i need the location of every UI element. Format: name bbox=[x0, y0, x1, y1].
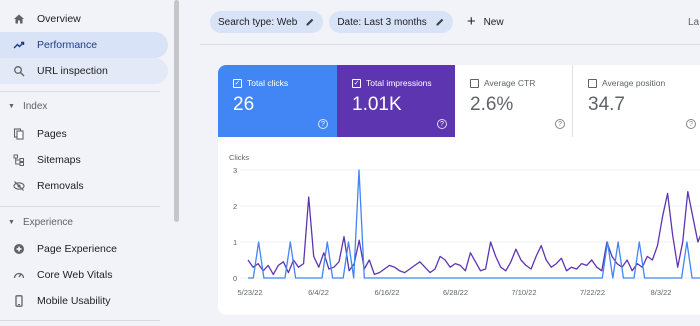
metric-label: Average CTR bbox=[484, 78, 536, 88]
y-axis-ticks: 0 1 2 3 bbox=[233, 166, 237, 283]
sidebar-item-performance[interactable]: Performance bbox=[0, 32, 168, 58]
sidebar-item-label: Mobile Usability bbox=[37, 295, 111, 307]
checkbox-checked-icon[interactable]: ✓ bbox=[233, 78, 242, 88]
section-index-header[interactable]: ▼ Index bbox=[8, 101, 47, 112]
checkbox-checked-icon[interactable]: ✓ bbox=[352, 78, 361, 88]
help-icon[interactable]: ? bbox=[318, 119, 328, 129]
sidebar-item-label: Sitemaps bbox=[37, 154, 81, 166]
y-tick-label: 2 bbox=[233, 202, 237, 211]
chart-series bbox=[247, 169, 700, 279]
sidebar-item-pages[interactable]: Pages bbox=[0, 121, 168, 147]
sidebar-item-label: Performance bbox=[37, 39, 98, 51]
x-tick-label: 6/28/22 bbox=[443, 288, 468, 297]
new-filter-button[interactable]: + New bbox=[466, 13, 504, 30]
sidebar-divider bbox=[0, 320, 160, 321]
sidebar-item-label: Overview bbox=[37, 13, 81, 25]
search-icon bbox=[12, 64, 26, 78]
metric-value: 26 bbox=[233, 94, 255, 115]
sidebar-item-mobile-usability[interactable]: Mobile Usability bbox=[0, 288, 168, 314]
header-divider bbox=[200, 44, 700, 45]
series-line-total-impressions bbox=[247, 190, 700, 276]
chip-label: Search type: Web bbox=[218, 16, 298, 28]
x-tick-label: 5/23/22 bbox=[237, 288, 262, 297]
metric-average-position[interactable]: Average position 34.7 ? bbox=[573, 65, 700, 137]
y-tick-label: 1 bbox=[233, 238, 237, 247]
chart-grid bbox=[240, 169, 700, 279]
sidebar-item-core-web-vitals[interactable]: Core Web Vitals bbox=[0, 262, 168, 288]
chip-label: Date: Last 3 months bbox=[337, 16, 427, 28]
new-label: New bbox=[483, 16, 504, 28]
performance-card: ✓ Total clicks 26 ? ✓ Total impressions … bbox=[218, 65, 700, 315]
x-tick-label: 6/4/22 bbox=[308, 288, 329, 297]
section-title: Index bbox=[22, 101, 48, 112]
y-tick-label: 0 bbox=[233, 274, 237, 283]
y-tick-label: 3 bbox=[233, 166, 237, 175]
metric-value: 2.6% bbox=[470, 94, 514, 115]
metric-value: 34.7 bbox=[588, 94, 625, 115]
checkbox-unchecked-icon[interactable] bbox=[588, 78, 597, 88]
smartphone-icon bbox=[12, 294, 26, 308]
checkbox-unchecked-icon[interactable] bbox=[470, 78, 479, 88]
metric-total-impressions[interactable]: ✓ Total impressions 1.01K ? bbox=[337, 65, 455, 137]
last-updated-label: La bbox=[688, 17, 700, 28]
metric-label: Total impressions bbox=[366, 78, 432, 88]
page-experience-icon bbox=[12, 242, 26, 256]
speedometer-icon bbox=[12, 268, 26, 282]
sidebar-item-removals[interactable]: Removals bbox=[0, 173, 168, 199]
metric-value: 1.01K bbox=[352, 94, 402, 115]
x-tick-label: 7/10/22 bbox=[511, 288, 536, 297]
search-type-chip[interactable]: Search type: Web bbox=[210, 11, 324, 33]
x-axis-ticks: 5/23/22 6/4/22 6/16/22 6/28/22 7/10/22 7/22/2… bbox=[237, 288, 671, 297]
home-icon bbox=[12, 12, 26, 26]
help-icon[interactable]: ? bbox=[555, 119, 565, 129]
sidebar: Overview Performance URL inspection ▼ In… bbox=[0, 0, 180, 326]
sidebar-item-label: URL inspection bbox=[37, 65, 108, 77]
sidebar-item-label: Removals bbox=[37, 180, 84, 192]
plus-icon: + bbox=[466, 13, 476, 30]
sidebar-item-label: Core Web Vitals bbox=[37, 269, 113, 281]
y-axis-title: Clicks bbox=[229, 153, 249, 162]
trending-up-icon bbox=[12, 38, 26, 52]
filter-bar: Search type: Web Date: Last 3 months + N… bbox=[210, 8, 504, 36]
sidebar-scrollbar[interactable] bbox=[174, 0, 179, 222]
pages-icon bbox=[12, 127, 26, 141]
sidebar-divider bbox=[0, 91, 160, 92]
sidebar-item-label: Page Experience bbox=[37, 243, 117, 255]
sidebar-item-label: Pages bbox=[37, 128, 67, 140]
section-title: Experience bbox=[22, 217, 73, 228]
removals-icon bbox=[12, 179, 26, 193]
metric-total-clicks[interactable]: ✓ Total clicks 26 ? bbox=[218, 65, 337, 137]
sidebar-item-url-inspection[interactable]: URL inspection bbox=[0, 58, 168, 84]
sitemap-icon bbox=[12, 153, 26, 167]
sidebar-divider bbox=[0, 206, 160, 207]
x-tick-label: 7/22/22 bbox=[580, 288, 605, 297]
x-tick-label: 8/3/22 bbox=[651, 288, 672, 297]
sidebar-item-page-experience[interactable]: Page Experience bbox=[0, 236, 168, 262]
sidebar-item-sitemaps[interactable]: Sitemaps bbox=[0, 147, 168, 173]
section-experience-header[interactable]: ▼ Experience bbox=[8, 217, 73, 228]
edit-pencil-icon bbox=[306, 18, 314, 26]
caret-down-icon: ▼ bbox=[8, 103, 15, 110]
date-chip[interactable]: Date: Last 3 months bbox=[329, 11, 453, 33]
performance-chart: Clicks 0 1 2 3 5/23/22 6/4/22 6/16/22 6/28/22 7… bbox=[229, 153, 700, 297]
x-tick-label: 6/16/22 bbox=[374, 288, 399, 297]
caret-down-icon: ▼ bbox=[8, 219, 15, 226]
metric-label: Average position bbox=[602, 78, 666, 88]
help-icon[interactable]: ? bbox=[686, 119, 696, 129]
edit-pencil-icon bbox=[436, 18, 444, 26]
help-icon[interactable]: ? bbox=[437, 119, 447, 129]
sidebar-item-overview[interactable]: Overview bbox=[0, 6, 168, 32]
metric-average-ctr[interactable]: Average CTR 2.6% ? bbox=[455, 65, 573, 137]
metric-label: Total clicks bbox=[247, 78, 289, 88]
